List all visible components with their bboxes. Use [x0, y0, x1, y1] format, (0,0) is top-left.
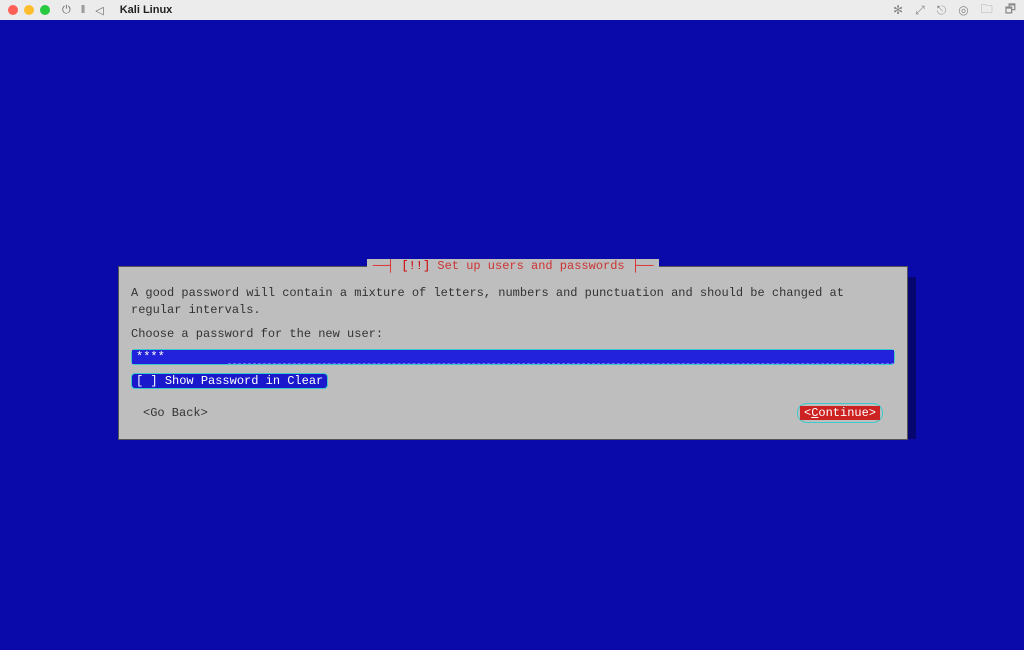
minimize-window-button[interactable]: [24, 5, 34, 15]
dialog-title: ──┤ [!!] Set up users and passwords ├──: [367, 259, 660, 273]
checkbox-brackets: [ ]: [136, 374, 158, 388]
dialog-title-text: Set up users and passwords: [437, 259, 624, 273]
go-back-button[interactable]: <Go Back>: [143, 406, 208, 420]
dialog-title-bang: [!!]: [401, 259, 430, 273]
password-description: A good password will contain a mixture o…: [131, 285, 895, 319]
continue-button-highlight: <Continue>: [797, 403, 883, 423]
vm-screen: ──┤ [!!] Set up users and passwords ├── …: [0, 20, 1024, 650]
dialog-nav-row: <Go Back> <Continue>: [131, 403, 895, 423]
windows-icon[interactable]: 🗗: [1005, 0, 1016, 21]
password-field-wrap: ****: [131, 349, 895, 365]
show-password-label: Show Password in Clear: [165, 374, 323, 388]
activity-icon[interactable]: ✻: [893, 3, 903, 17]
password-prompt-label: Choose a password for the new user:: [131, 327, 895, 341]
show-password-row: [ ] Show Password in Clear: [131, 373, 895, 389]
expand-icon[interactable]: ⤢: [915, 3, 925, 18]
titlebar-right-icons: ✻ ⤢ ⎋ ◎ 🗀 🗗: [893, 0, 1016, 21]
usb-icon[interactable]: ⎋: [937, 3, 947, 18]
window-controls: [8, 5, 50, 15]
power-icon[interactable]: ⏻: [62, 4, 71, 17]
dialog-title-wrap: ──┤ [!!] Set up users and passwords ├──: [119, 259, 907, 273]
back-icon[interactable]: ◁: [95, 4, 103, 17]
password-masked-value: ****: [132, 350, 228, 364]
close-window-button[interactable]: [8, 5, 18, 15]
disc-icon[interactable]: ◎: [958, 3, 968, 17]
password-input-remainder: [228, 350, 894, 364]
password-input[interactable]: ****: [131, 349, 895, 365]
window-titlebar: ⏻ ‖ ◁ Kali Linux ✻ ⤢ ⎋ ◎ 🗀 🗗: [0, 0, 1024, 20]
continue-button[interactable]: <Continue>: [800, 406, 880, 420]
password-setup-dialog: ──┤ [!!] Set up users and passwords ├── …: [118, 266, 908, 440]
vm-name-label: Kali Linux: [120, 4, 173, 16]
show-password-checkbox[interactable]: [ ] Show Password in Clear: [131, 373, 328, 389]
titlebar-left-icons: ⏻ ‖ ◁ Kali Linux: [62, 4, 172, 17]
pause-icon[interactable]: ‖: [81, 4, 86, 16]
maximize-window-button[interactable]: [40, 5, 50, 15]
folder-icon[interactable]: 🗀: [981, 0, 993, 21]
